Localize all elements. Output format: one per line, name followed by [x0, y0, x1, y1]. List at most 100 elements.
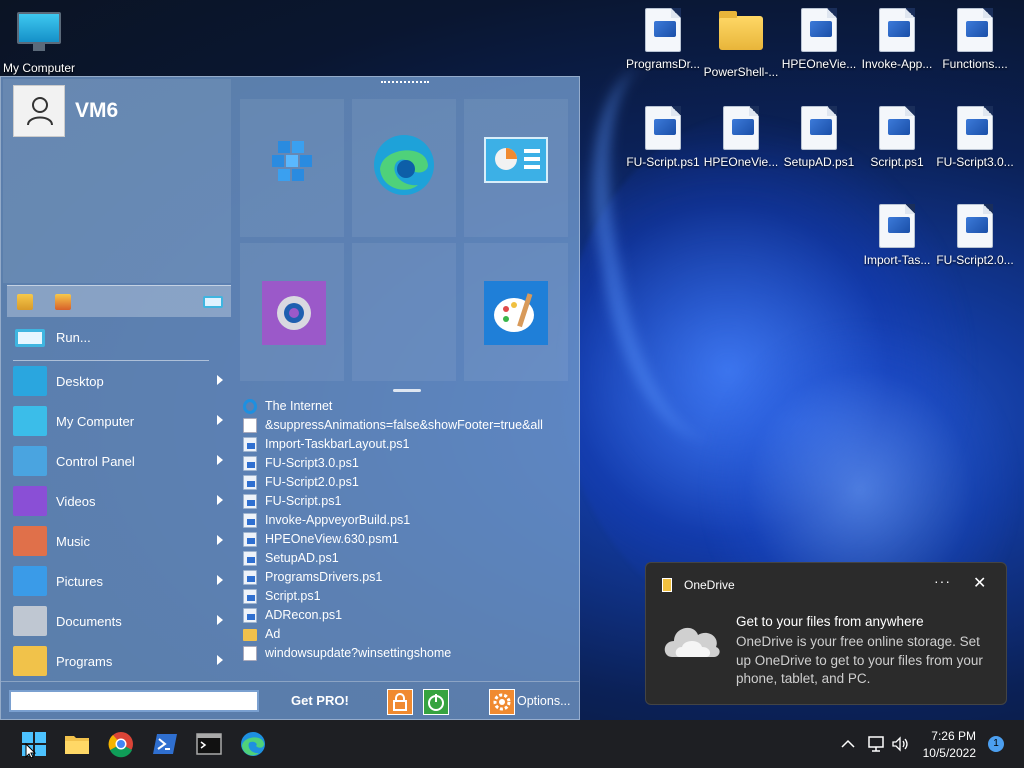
edge-button[interactable] — [239, 730, 267, 758]
file-explorer-button[interactable] — [63, 730, 91, 758]
search-input[interactable] — [9, 690, 259, 712]
clock-date[interactable]: 10/5/2022 — [914, 746, 976, 760]
desktop-icon-file[interactable]: Import-Tas... — [858, 204, 936, 267]
avatar[interactable] — [13, 85, 65, 137]
chevron-right-icon — [217, 375, 223, 385]
desktop-icon-file[interactable]: Functions.... — [936, 8, 1014, 71]
desktop-icon-file[interactable]: FU-Script.ps1 — [624, 106, 702, 169]
desktop-icon — [13, 366, 47, 396]
menu-item-control-panel[interactable]: Control Panel — [7, 442, 229, 482]
tile-tool[interactable] — [240, 99, 344, 237]
terminal-button[interactable] — [195, 730, 223, 758]
get-pro-link[interactable]: Get PRO! — [291, 693, 349, 708]
folder-icon — [719, 11, 763, 50]
desktop-icon-file[interactable]: PowerShell-... — [702, 8, 780, 79]
menu-item-pictures[interactable]: Pictures — [7, 562, 229, 602]
recent-item[interactable]: windowsupdate?winsettingshome — [241, 644, 571, 663]
run-item[interactable]: Run... — [7, 321, 207, 355]
recent-item[interactable]: ADRecon.ps1 — [241, 606, 571, 625]
menu-item-programs[interactable]: Programs — [7, 642, 229, 682]
recent-item-label: FU-Script3.0.ps1 — [265, 456, 359, 470]
pictures-icon — [13, 566, 47, 596]
powershell-file-icon — [957, 204, 993, 248]
recent-item-label: HPEOneView.630.psm1 — [265, 532, 399, 546]
menu-item-desktop[interactable]: Desktop — [7, 362, 229, 402]
start-menu-right-pane: The Internet &suppressAnimations=false&sh… — [235, 99, 577, 679]
control-panel-icon — [484, 137, 548, 201]
music-icon — [13, 526, 47, 556]
recent-item-label: ADRecon.ps1 — [265, 608, 343, 622]
network-button[interactable] — [866, 734, 886, 754]
recent-item[interactable]: Invoke-AppveyorBuild.ps1 — [241, 511, 571, 530]
options-button[interactable] — [489, 689, 515, 715]
add-shortcut-icon[interactable] — [17, 294, 33, 310]
menu-item-documents[interactable]: Documents — [7, 602, 229, 642]
volume-button[interactable] — [890, 734, 910, 754]
document-icon — [243, 418, 257, 433]
recent-item[interactable]: &suppressAnimations=false&showFooter=tru… — [241, 416, 571, 435]
tile-empty — [352, 243, 456, 381]
desktop-icon-label: Invoke-App... — [861, 57, 933, 71]
monitor-icon — [17, 12, 61, 51]
desktop-icon-file[interactable]: FU-Script2.0... — [936, 204, 1014, 267]
document-icon — [243, 646, 257, 661]
menu-item-my-computer[interactable]: My Computer — [7, 402, 229, 442]
more-options-button[interactable]: ··· — [934, 573, 951, 589]
start-button[interactable] — [20, 730, 48, 759]
toast-body: OneDrive is your free online storage. Se… — [736, 634, 983, 686]
resize-grip[interactable] — [381, 81, 429, 85]
show-hidden-icons-button[interactable] — [838, 734, 858, 754]
notification-badge[interactable]: 1 — [988, 736, 1004, 752]
start-icon — [22, 732, 46, 759]
lock-button[interactable] — [387, 689, 413, 715]
remove-shortcut-icon[interactable] — [55, 294, 71, 310]
power-button[interactable] — [423, 689, 449, 715]
chevron-right-icon — [217, 535, 223, 545]
powershell-button[interactable] — [151, 730, 179, 758]
recent-item[interactable]: Import-TaskbarLayout.ps1 — [241, 435, 571, 454]
tile-settings[interactable] — [240, 243, 344, 381]
recent-item-label: &suppressAnimations=false&showFooter=tru… — [265, 418, 543, 432]
tile-control-panel[interactable] — [464, 99, 568, 237]
options-label[interactable]: Options... — [517, 694, 571, 708]
chrome-button[interactable] — [107, 730, 135, 758]
recent-item[interactable]: ProgramsDrivers.ps1 — [241, 568, 571, 587]
powershell-file-icon — [723, 106, 759, 150]
taskbar: 7:26 PM 10/5/2022 — [0, 720, 1024, 768]
menu-item-music[interactable]: Music — [7, 522, 229, 562]
desktop-icon-file[interactable]: ProgramsDr... — [624, 8, 702, 71]
recent-item[interactable]: FU-Script.ps1 — [241, 492, 571, 511]
recent-item[interactable]: Ad — [241, 625, 571, 644]
desktop-icon-file[interactable]: HPEOneVie... — [780, 8, 858, 71]
recent-item[interactable]: Script.ps1 — [241, 587, 571, 606]
start-menu-left-pane: VM6 Run... Desktop My Computer Control Pan… — [3, 79, 231, 679]
edge-icon — [372, 133, 436, 197]
clock-time[interactable]: 7:26 PM — [914, 729, 976, 743]
recent-item[interactable]: HPEOneView.630.psm1 — [241, 530, 571, 549]
paint-icon — [484, 281, 548, 345]
recent-item[interactable]: The Internet — [241, 397, 571, 416]
recent-item[interactable]: FU-Script3.0.ps1 — [241, 454, 571, 473]
documents-icon — [13, 606, 47, 636]
window-icon[interactable] — [203, 296, 223, 308]
terminal-icon — [196, 733, 222, 755]
chevron-right-icon — [217, 615, 223, 625]
powershell-file-icon — [801, 8, 837, 52]
tile-edge[interactable] — [352, 99, 456, 237]
desktop-icon-file[interactable]: SetupAD.ps1 — [780, 106, 858, 169]
chevron-up-icon — [841, 739, 855, 748]
desktop-icon-file[interactable]: Script.ps1 — [858, 106, 936, 169]
tiles-handle[interactable] — [393, 389, 421, 392]
close-button[interactable]: ✕ — [973, 573, 986, 593]
desktop-icon-file[interactable]: Invoke-App... — [858, 8, 936, 71]
menu-item-videos[interactable]: Videos — [7, 482, 229, 522]
desktop-icon-my-computer[interactable]: My Computer — [0, 8, 78, 75]
onedrive-notification[interactable]: OneDrive ··· ✕ Get to your files from an… — [645, 562, 1007, 705]
desktop-icon-label: Import-Tas... — [863, 253, 931, 267]
gear-icon — [262, 281, 326, 345]
desktop-icon-file[interactable]: FU-Script3.0... — [936, 106, 1014, 169]
tile-paint[interactable] — [464, 243, 568, 381]
recent-item[interactable]: SetupAD.ps1 — [241, 549, 571, 568]
desktop-icon-file[interactable]: HPEOneVie... — [702, 106, 780, 169]
recent-item[interactable]: FU-Script2.0.ps1 — [241, 473, 571, 492]
